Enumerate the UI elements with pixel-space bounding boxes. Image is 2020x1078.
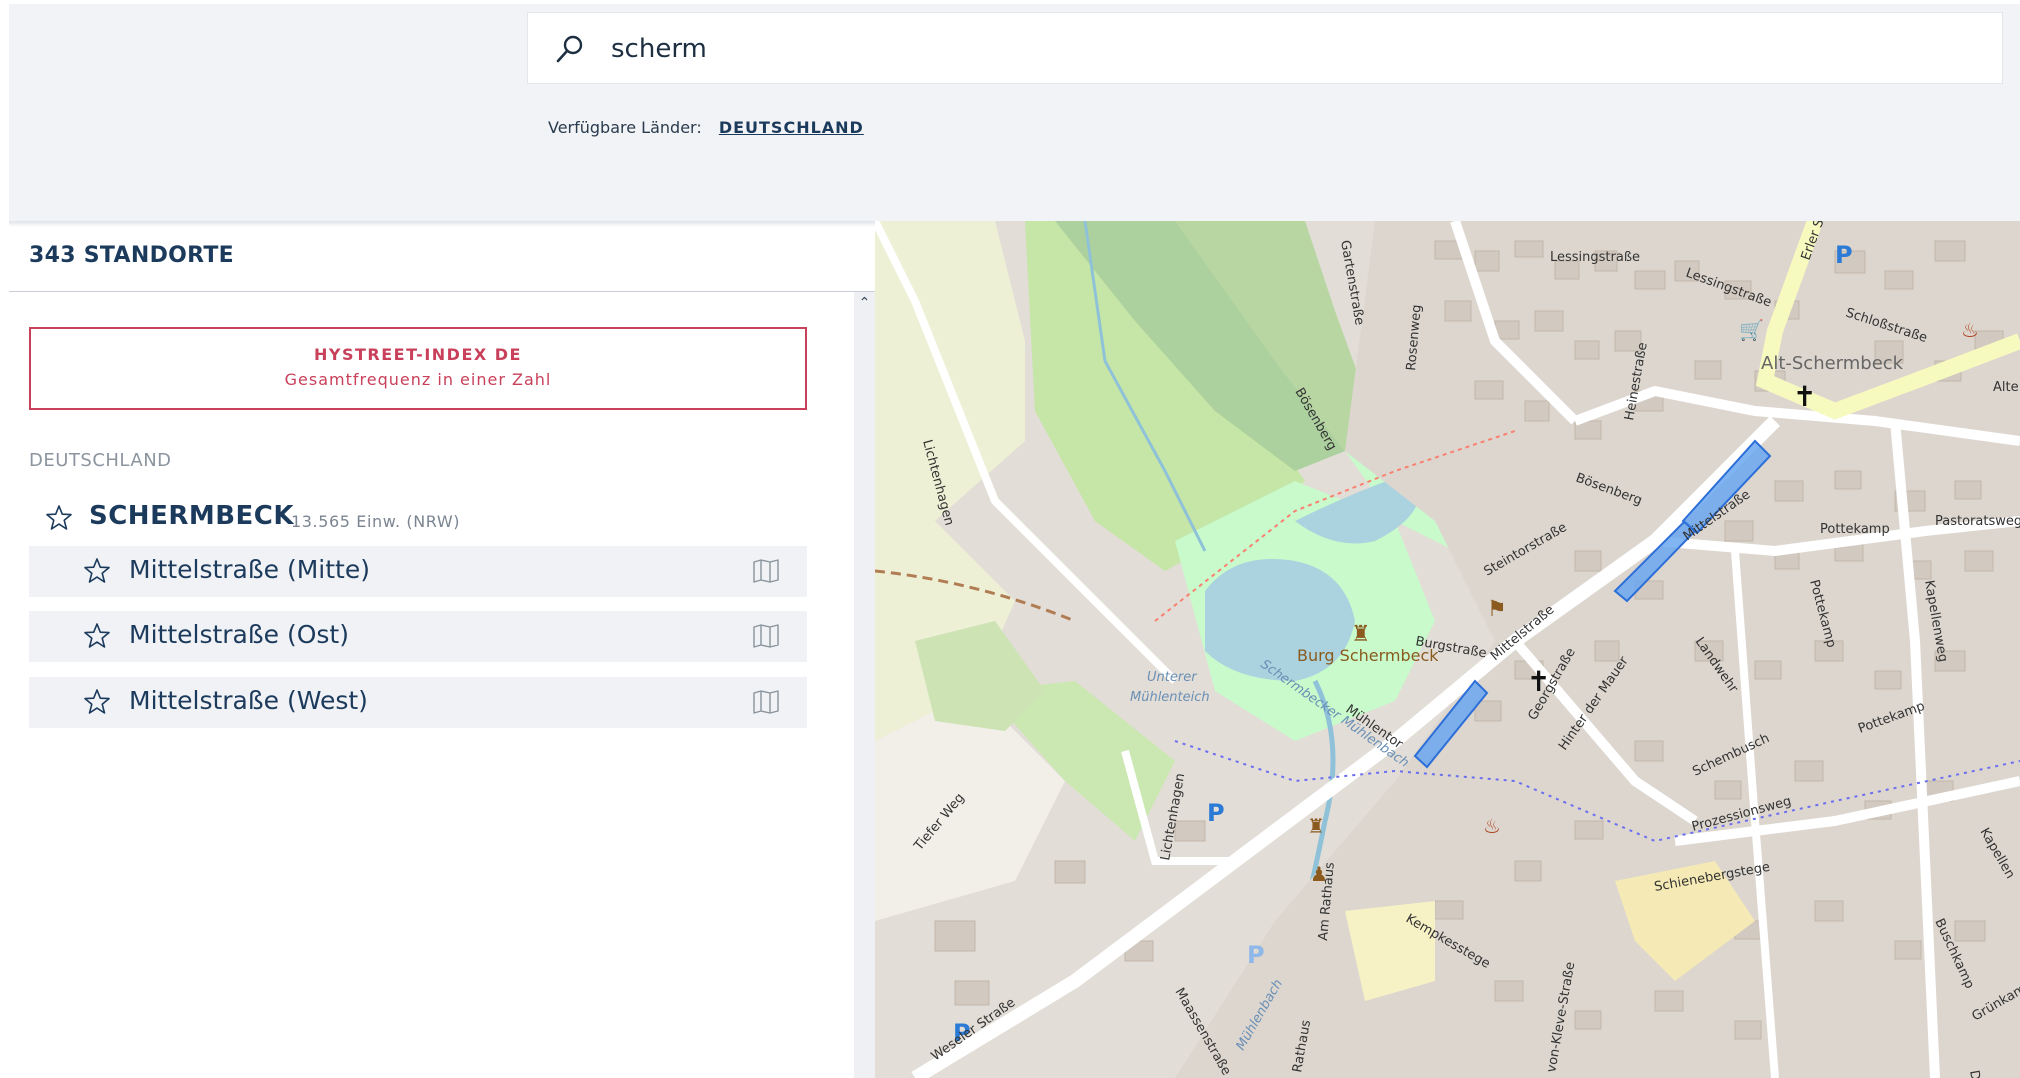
chevron-up-icon[interactable]: ⌃ bbox=[854, 292, 875, 312]
water-label: Mühlenteich bbox=[1130, 690, 1210, 705]
country-link-deutschland[interactable]: DEUTSCHLAND bbox=[719, 118, 864, 137]
star-icon[interactable] bbox=[45, 504, 73, 532]
location-name[interactable]: Mittelstraße (Mitte) bbox=[129, 555, 370, 584]
place-label: Alt-Schermbeck bbox=[1761, 353, 1904, 374]
street-label: Alte bbox=[1993, 380, 2019, 395]
star-icon[interactable] bbox=[83, 688, 111, 716]
divider bbox=[9, 291, 875, 292]
fire-station-icon[interactable]: ♨ bbox=[1961, 318, 1979, 342]
hystreet-index-banner[interactable]: HYSTREET-INDEX DE Gesamtfrequenz in eine… bbox=[29, 327, 807, 410]
fire-station-icon[interactable]: ♨ bbox=[1483, 814, 1501, 838]
map-icon[interactable] bbox=[753, 624, 779, 648]
available-countries-label: Verfügbare Länder: bbox=[548, 118, 702, 137]
water-label: Unterer bbox=[1147, 670, 1198, 685]
parking-icon[interactable]: P bbox=[1247, 941, 1265, 969]
results-count: 343 STANDORTE bbox=[29, 243, 235, 268]
country-group-label: DEUTSCHLAND bbox=[29, 450, 172, 471]
star-icon[interactable] bbox=[83, 622, 111, 650]
map-view[interactable]: P P P P ✝ ✝ ⚑ ♜ 🛒 ♨ ♨ ♜ ♟ Lessingstraße … bbox=[875, 221, 2020, 1078]
city-name[interactable]: SCHERMBECK bbox=[89, 501, 294, 531]
location-name[interactable]: Mittelstraße (West) bbox=[129, 686, 368, 715]
available-countries: Verfügbare Länder: DEUTSCHLAND bbox=[548, 118, 864, 138]
location-name[interactable]: Mittelstraße (Ost) bbox=[129, 620, 349, 649]
parking-icon[interactable]: P bbox=[1835, 241, 1853, 269]
shopping-cart-icon[interactable]: 🛒 bbox=[1739, 318, 1764, 342]
street-label: Pastoratsweg bbox=[1935, 514, 2020, 529]
hystreet-title: HYSTREET-INDEX DE bbox=[314, 345, 522, 364]
location-item[interactable]: Mittelstraße (Mitte) bbox=[29, 546, 807, 597]
location-item[interactable]: Mittelstraße (Ost) bbox=[29, 611, 807, 662]
museum-icon[interactable]: ⚑ bbox=[1487, 597, 1507, 622]
parking-icon[interactable]: P bbox=[1207, 799, 1225, 827]
castle-icon[interactable]: ♜ bbox=[1307, 814, 1325, 838]
street-label: Lessingstraße bbox=[1550, 250, 1640, 265]
star-icon[interactable] bbox=[83, 557, 111, 585]
castle-icon[interactable]: ♜ bbox=[1351, 622, 1371, 647]
map-icon[interactable] bbox=[753, 559, 779, 583]
map-canvas[interactable]: P P P P ✝ ✝ ⚑ ♜ 🛒 ♨ ♨ ♜ ♟ Lessingstraße … bbox=[875, 221, 2020, 1078]
search-input[interactable]: scherm bbox=[611, 31, 707, 67]
location-item[interactable]: Mittelstraße (West) bbox=[29, 677, 807, 728]
search-icon[interactable] bbox=[554, 33, 586, 65]
scrollbar[interactable]: ⌃ bbox=[854, 292, 875, 1078]
hystreet-subtitle: Gesamtfrequenz in einer Zahl bbox=[284, 370, 552, 389]
results-panel: 343 STANDORTE ⌃ HYSTREET-INDEX DE Gesamt… bbox=[9, 221, 875, 1078]
city-population: 13.565 Einw. (NRW) bbox=[291, 512, 461, 531]
place-label: Burg Schermbeck bbox=[1297, 646, 1439, 665]
search-box[interactable]: scherm bbox=[527, 12, 2003, 84]
street-label: Pottekamp bbox=[1820, 522, 1890, 537]
city-row: SCHERMBECK 13.565 Einw. (NRW) bbox=[29, 496, 807, 540]
church-icon[interactable]: ✝ bbox=[1793, 380, 1816, 413]
map-icon[interactable] bbox=[753, 690, 779, 714]
